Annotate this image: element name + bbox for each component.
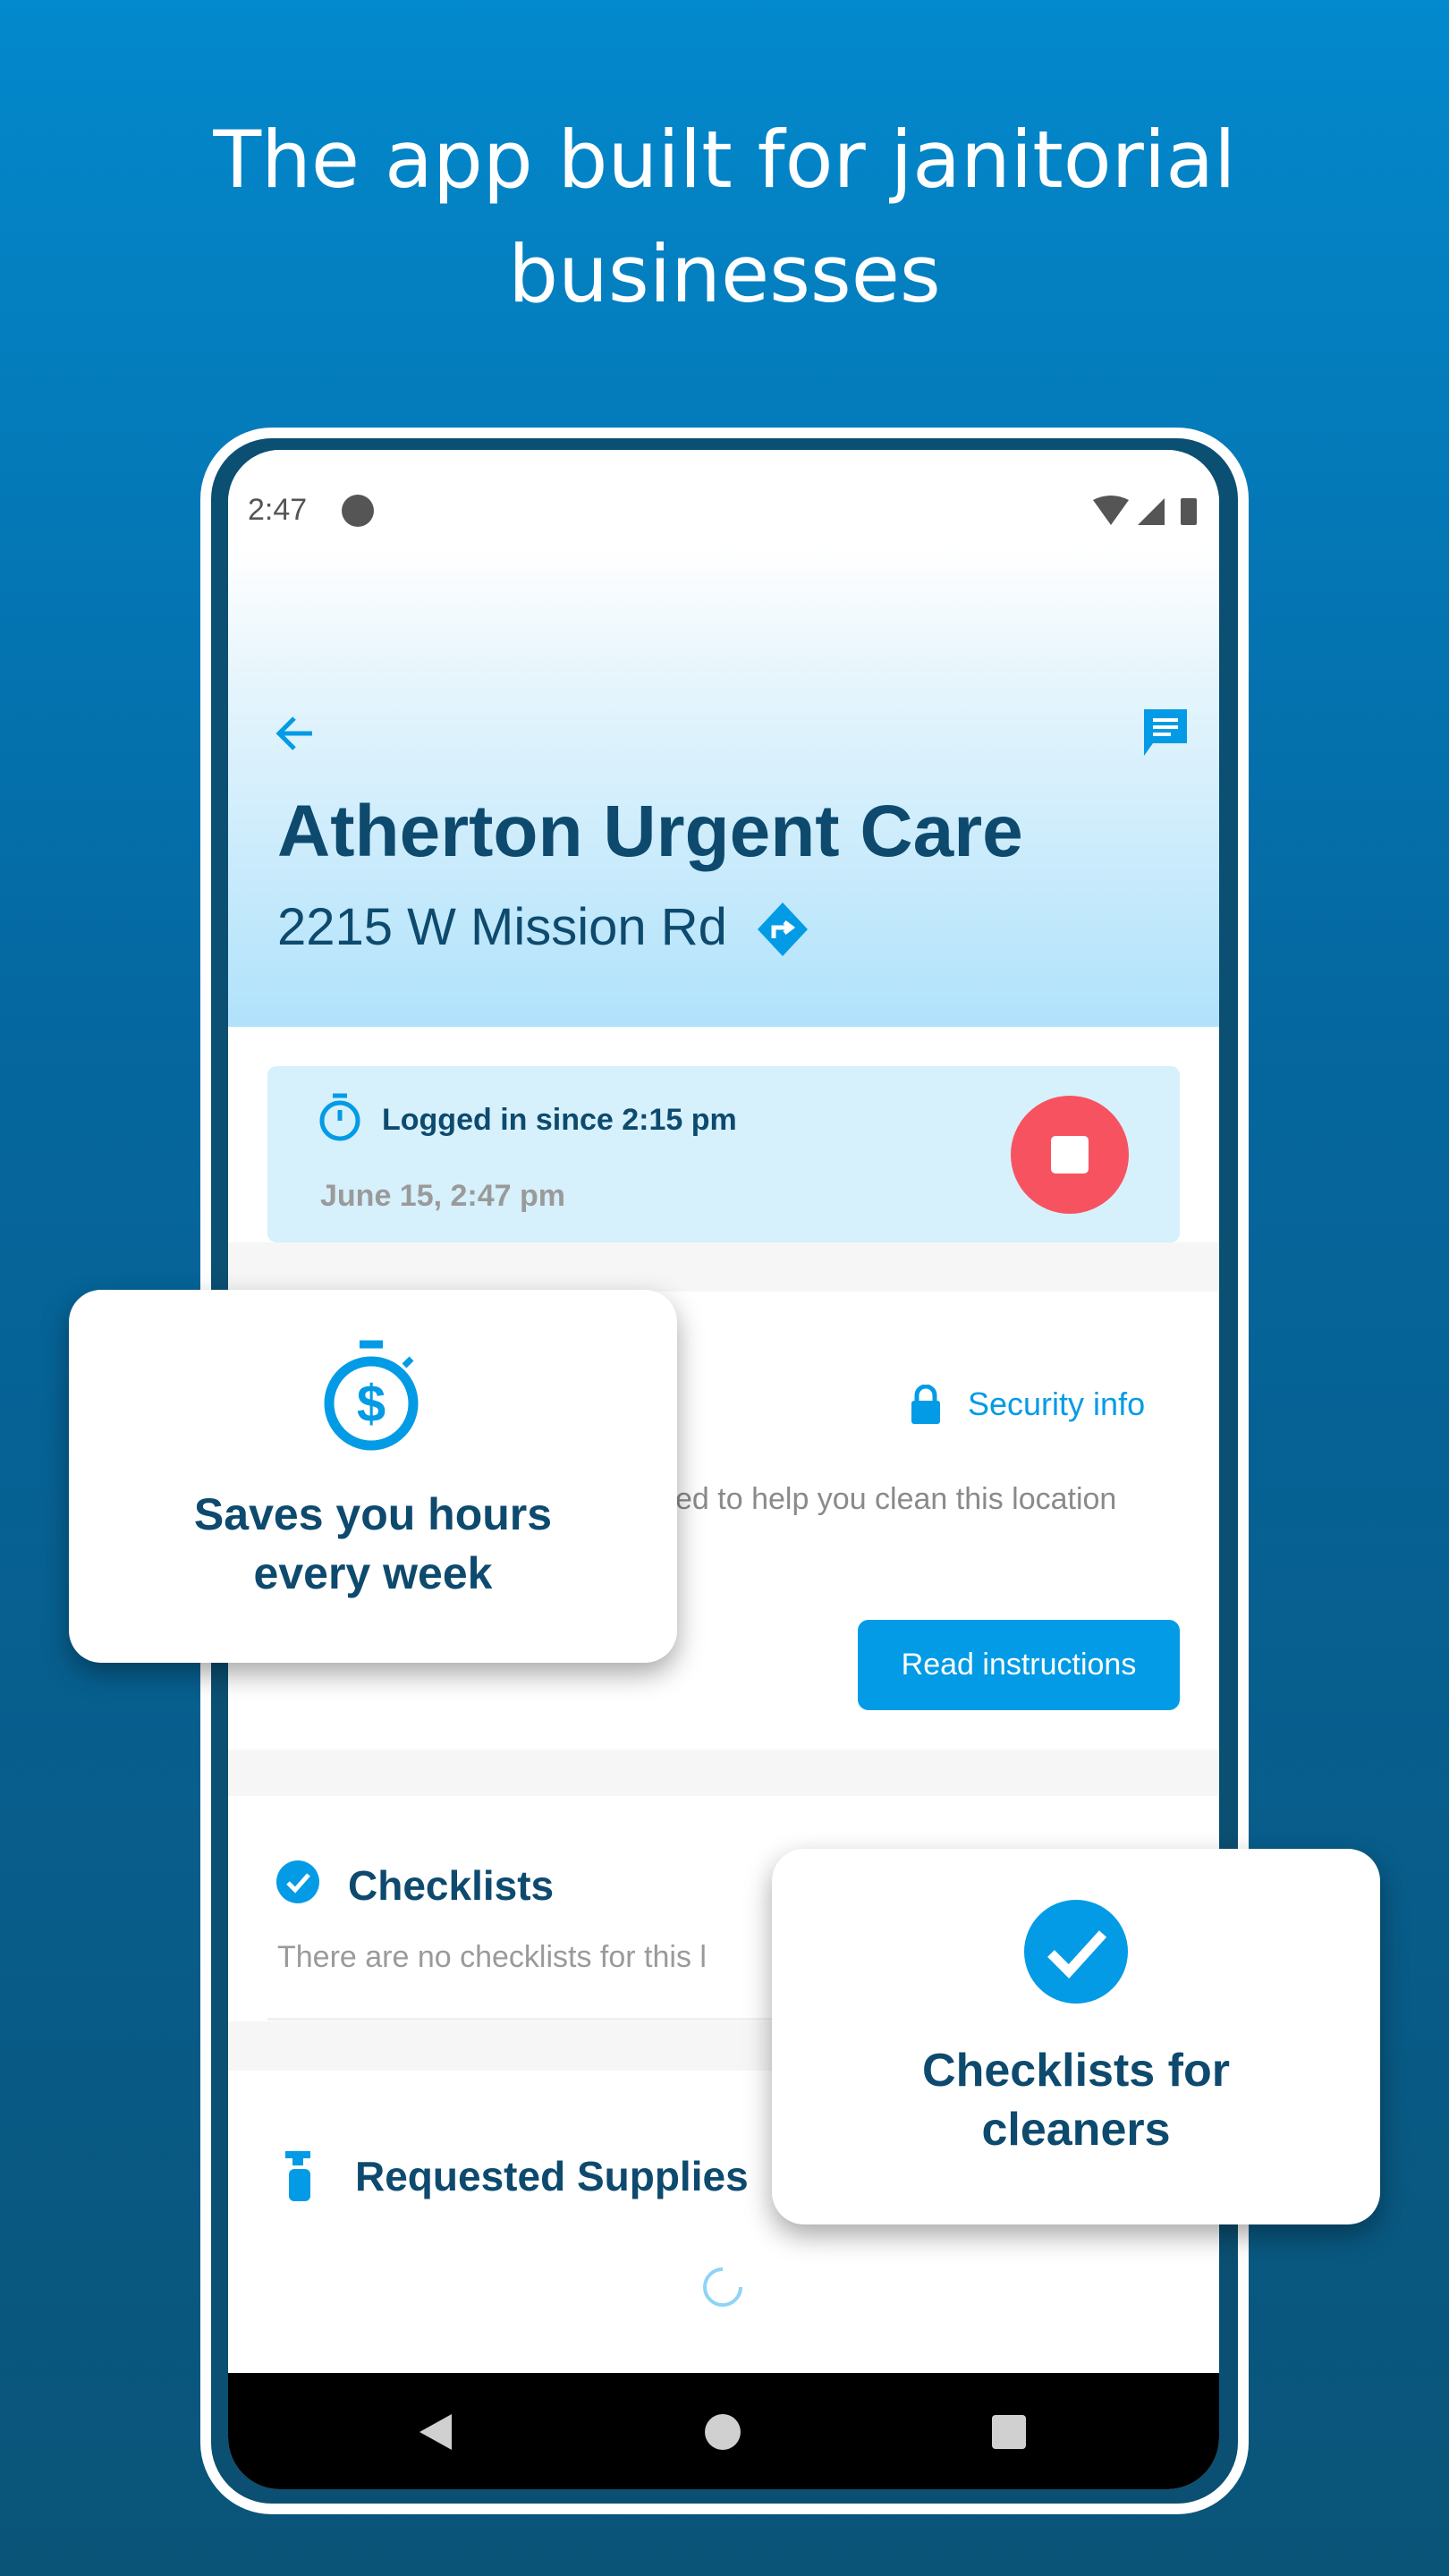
check-circle-icon [1024,1900,1128,2004]
signal-icon [1138,498,1165,525]
wifi-icon [1093,496,1129,525]
timer-icon [319,1093,360,1141]
status-icons [1093,496,1197,525]
lock-icon [911,1385,940,1424]
instructions-description: ed to help you clean this location [675,1482,1117,1516]
feature-card-text-line-2: cleaners [981,2104,1171,2156]
feature-card-text-line-2: every week [253,1548,493,1598]
separator [228,1242,1219,1292]
logged-in-text: Logged in since 2:15 pm [382,1103,737,1137]
navigation-bar [228,2373,1219,2489]
checklists-empty-text: There are no checklists for this l [277,1940,707,1974]
feature-card-checklists: Checklists for cleaners [772,1849,1380,2224]
app-notification-icon [342,495,374,527]
checklists-title: Checklists [348,1862,555,1909]
directions-icon[interactable] [756,901,809,958]
separator [228,1750,1219,1796]
headline-line-2: businesses [508,228,941,320]
feature-card-text-line-1: Checklists for [922,2045,1230,2097]
location-name: Atherton Urgent Care [277,791,1023,872]
nav-recents-icon[interactable] [992,2415,1026,2449]
stop-icon [1051,1136,1089,1174]
feature-card-saves-hours: $ Saves you hours every week [69,1290,677,1663]
headline: The app built for janitorial businesses [0,103,1449,332]
location-address: 2215 W Mission Rd [277,898,727,956]
nav-home-icon[interactable] [705,2414,741,2450]
read-instructions-button[interactable]: Read instructions [858,1620,1180,1710]
requested-supplies-title: Requested Supplies [355,2153,749,2199]
feature-card-text-line-1: Saves you hours [193,1489,553,1539]
nav-back-icon[interactable] [418,2412,453,2452]
battery-icon [1181,498,1197,525]
headline-line-1: The app built for janitorial [213,114,1236,206]
status-time: 2:47 [248,493,308,527]
back-arrow-icon[interactable] [273,711,318,756]
checklist-check-icon [276,1860,319,1903]
spray-bottle-icon [285,2151,310,2201]
stop-button[interactable] [1011,1096,1129,1214]
stopwatch-dollar-icon: $ [324,1340,419,1451]
current-time-text: June 15, 2:47 pm [320,1179,566,1213]
chat-icon[interactable] [1140,708,1191,759]
security-info-link[interactable]: Security info [968,1385,1145,1423]
svg-text:$: $ [357,1375,386,1433]
loading-spinner-icon [703,2267,742,2307]
